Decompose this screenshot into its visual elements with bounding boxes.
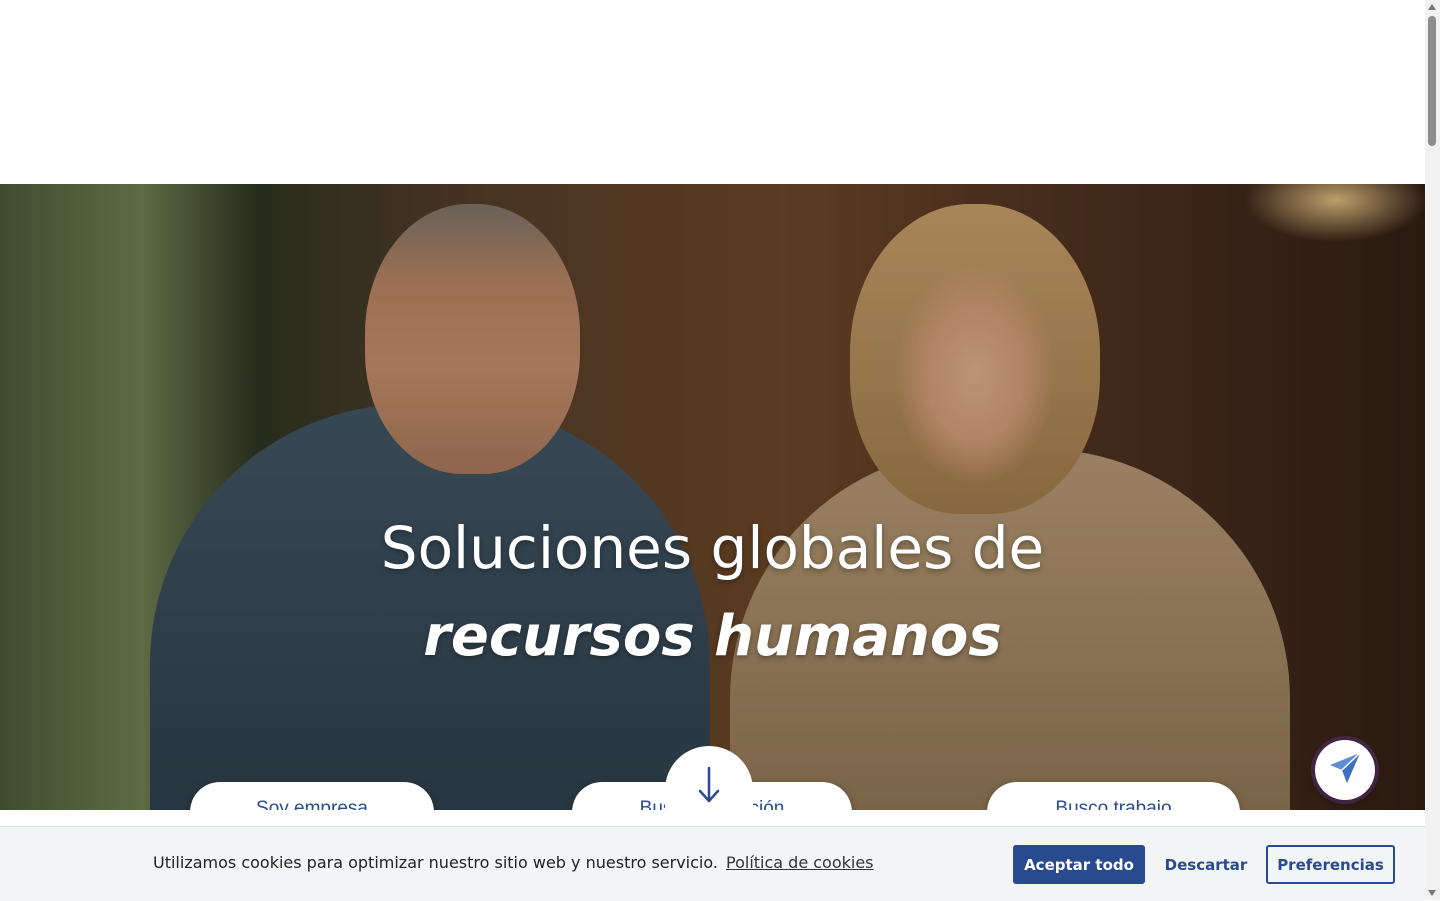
dismiss-button[interactable]: Descartar xyxy=(1157,845,1255,884)
send-icon xyxy=(1327,750,1363,790)
hero-overlay xyxy=(0,184,1425,810)
busco-trabajo-button[interactable]: Busco trabajo xyxy=(987,782,1240,810)
cookie-policy-link[interactable]: Política de cookies xyxy=(726,853,874,872)
cookie-message: Utilizamos cookies para optimizar nuestr… xyxy=(153,853,718,872)
scrollbar-thumb[interactable] xyxy=(1428,16,1436,146)
soy-empresa-button[interactable]: Soy empresa xyxy=(190,782,434,810)
page-scrollbar[interactable] xyxy=(1425,0,1440,900)
arrow-down-icon xyxy=(697,766,721,810)
hero-title: Soluciones globales de recursos humanos xyxy=(0,504,1425,682)
accept-all-button[interactable]: Aceptar todo xyxy=(1013,845,1145,884)
hero-title-line2: recursos humanos xyxy=(423,604,1002,669)
cookie-banner: Utilizamos cookies para optimizar nuestr… xyxy=(0,826,1425,901)
preferences-button[interactable]: Preferencias xyxy=(1266,845,1395,884)
hero-title-line1: Soluciones globales de xyxy=(380,514,1045,582)
scroll-up-arrow-icon[interactable] xyxy=(1428,4,1436,10)
contact-fab-button[interactable] xyxy=(1315,740,1375,800)
site-header xyxy=(0,0,1425,184)
scroll-down-arrow-icon[interactable] xyxy=(1428,890,1436,896)
hero-section: Soluciones globales de recursos humanos … xyxy=(0,184,1425,810)
